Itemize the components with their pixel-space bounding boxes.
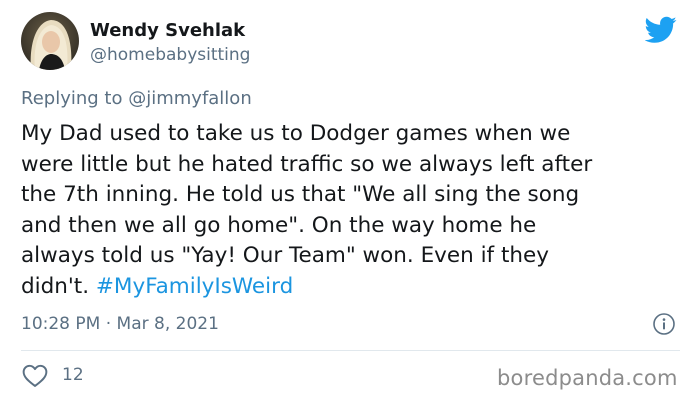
author-handle[interactable]: @homebabysitting (90, 45, 250, 65)
timestamp[interactable]: 10:28 PM · Mar 8, 2021 (21, 314, 219, 334)
tweet-text: My Dad used to take us to Dodger games w… (21, 119, 691, 302)
tweet-text-line: were little but he hated traffic so we a… (21, 151, 593, 177)
tweet-text-line: the 7th inning. He told us that "We all … (21, 182, 580, 207)
replying-to-prefix: Replying to (21, 88, 123, 109)
tweet-text-line: and then we all go home". On the way hom… (21, 212, 537, 238)
tweet-text-last-line: didn't. #MyFamilyIsWeird (21, 272, 691, 303)
avatar[interactable] (21, 12, 79, 70)
tweet-text-line: My Dad used to take us to Dodger games w… (21, 121, 571, 146)
tweet-text-line: always told us "Yay! Our Team" won. Even… (21, 243, 549, 268)
hashtag-link[interactable]: #MyFamilyIsWeird (96, 274, 293, 299)
author-name[interactable]: Wendy Svehlak (90, 20, 245, 41)
avatar-image (21, 12, 79, 70)
info-icon[interactable] (652, 312, 676, 336)
divider (21, 350, 680, 351)
like-count[interactable]: 12 (62, 365, 84, 385)
mention-link[interactable]: @jimmyfallon (128, 88, 252, 109)
replying-to: Replying to @jimmyfallon (21, 88, 252, 109)
heart-icon[interactable] (22, 364, 48, 388)
twitter-bird-icon[interactable] (645, 16, 677, 44)
tweet-text-fragment: didn't. (21, 273, 90, 299)
tweet-card: Wendy Svehlak @homebabysitting Replying … (0, 0, 700, 402)
watermark: boredpanda.com (497, 366, 678, 390)
